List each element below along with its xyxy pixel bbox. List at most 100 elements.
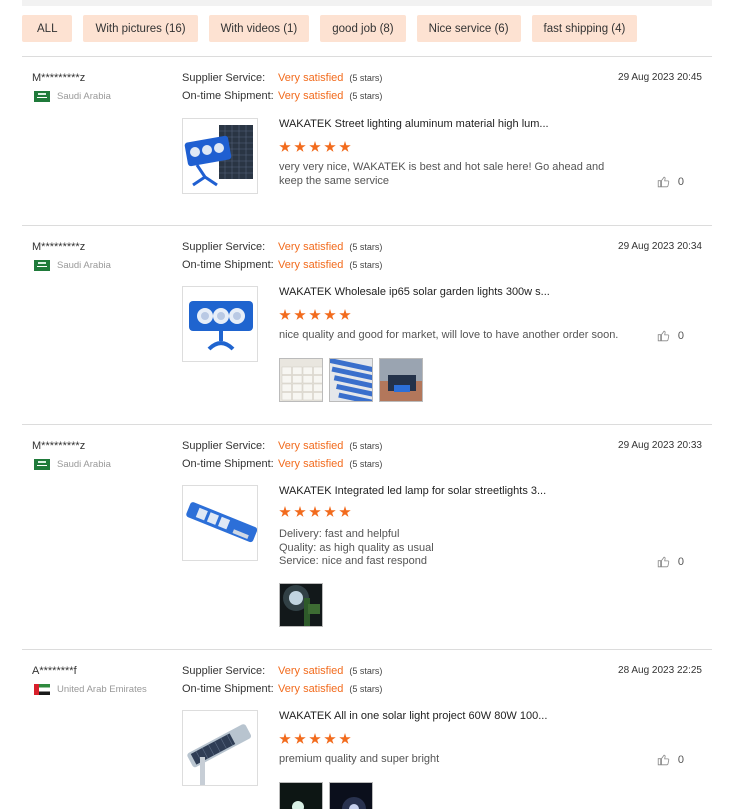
thumbs-up-icon (657, 753, 670, 766)
star-icon (279, 141, 291, 152)
review-photo[interactable] (279, 782, 323, 809)
star-icon (339, 506, 351, 517)
shipment-row: On-time Shipment: Very satisfied (5 stars) (182, 458, 382, 470)
star-icon (309, 141, 321, 152)
supplier-service-label: Supplier Service: (182, 665, 266, 677)
product-thumbnail[interactable] (182, 485, 258, 561)
filter-nice-service[interactable]: Nice service (6) (416, 15, 521, 42)
product-title-link[interactable]: WAKATEK Integrated led lamp for solar st… (279, 485, 546, 497)
shipment-row: On-time Shipment: Very satisfied (5 stars) (182, 90, 382, 102)
reviewer-name: M*********z (32, 241, 86, 253)
reviewer-name: M*********z (32, 440, 86, 452)
product-title-link[interactable]: WAKATEK All in one solar light project 6… (279, 710, 547, 722)
review-item: M*********z Saudi Arabia Supplier Servic… (22, 440, 712, 627)
star-icon (294, 506, 306, 517)
shipment-label: On-time Shipment: (182, 259, 274, 271)
filter-fast-shipping[interactable]: fast shipping (4) (531, 15, 638, 42)
product-title-link[interactable]: WAKATEK Wholesale ip65 solar garden ligh… (279, 286, 550, 298)
country-flag-icon (34, 260, 50, 271)
supplier-service-label: Supplier Service: (182, 72, 266, 84)
review-item: A********f United Arab Emirates Supplier… (22, 665, 712, 809)
top-strip (22, 0, 712, 6)
shipment-label: On-time Shipment: (182, 683, 274, 695)
shipment-stars: (5 stars) (349, 459, 383, 469)
shipment-value: Very satisfied (278, 259, 344, 271)
like-button[interactable]: 0 (657, 555, 684, 568)
star-icon (294, 309, 306, 320)
star-icon (339, 309, 351, 320)
shipment-stars: (5 stars) (349, 684, 383, 694)
filter-with-pictures[interactable]: With pictures (16) (83, 15, 198, 42)
star-icon (324, 141, 336, 152)
supplier-service-label: Supplier Service: (182, 440, 266, 452)
like-button[interactable]: 0 (657, 175, 684, 188)
shipment-value: Very satisfied (278, 458, 344, 470)
product-thumbnail[interactable] (182, 710, 258, 786)
like-count: 0 (677, 175, 684, 188)
shipment-value: Very satisfied (278, 683, 344, 695)
filter-all[interactable]: ALL (22, 15, 73, 42)
filter-with-videos[interactable]: With videos (1) (208, 15, 310, 42)
supplier-service-row: Supplier Service: Very satisfied (5 stars) (182, 72, 382, 84)
thumbs-up-icon (657, 555, 670, 568)
review-item: M*********z Saudi Arabia Supplier Servic… (22, 241, 712, 402)
shipment-value: Very satisfied (278, 90, 344, 102)
product-thumbnail[interactable] (182, 286, 258, 362)
review-divider (22, 424, 712, 425)
review-photo[interactable] (279, 583, 323, 627)
supplier-service-label: Supplier Service: (182, 241, 266, 253)
product-thumbnail[interactable] (182, 118, 258, 194)
reviewer-name: M*********z (32, 72, 86, 84)
review-date: 29 Aug 2023 20:33 (618, 440, 702, 451)
star-icon (309, 733, 321, 744)
review-photo[interactable] (329, 358, 373, 402)
supplier-service-stars: (5 stars) (349, 242, 383, 252)
star-icon (294, 733, 306, 744)
shipment-row: On-time Shipment: Very satisfied (5 stars) (182, 683, 382, 695)
rating-stars (279, 141, 351, 153)
shipment-label: On-time Shipment: (182, 458, 274, 470)
product-title-link[interactable]: WAKATEK Street lighting aluminum materia… (279, 118, 549, 130)
star-icon (309, 309, 321, 320)
country-name: United Arab Emirates (57, 684, 147, 695)
supplier-service-stars: (5 stars) (349, 666, 383, 676)
reviewer-country: Saudi Arabia (34, 459, 111, 470)
star-icon (279, 506, 291, 517)
country-flag-icon (34, 459, 50, 470)
star-icon (339, 141, 351, 152)
review-photos (279, 782, 373, 809)
shipment-row: On-time Shipment: Very satisfied (5 stars) (182, 259, 382, 271)
like-count: 0 (677, 555, 684, 568)
reviewer-country: Saudi Arabia (34, 260, 111, 271)
reviewer-country: Saudi Arabia (34, 91, 111, 102)
rating-stars (279, 733, 351, 745)
review-comment: nice quality and good for market, will l… (279, 329, 619, 341)
review-photo[interactable] (279, 358, 323, 402)
supplier-service-value: Very satisfied (278, 665, 344, 677)
review-photo[interactable] (379, 358, 423, 402)
country-flag-icon (34, 91, 50, 102)
country-name: Saudi Arabia (57, 91, 111, 102)
review-date: 29 Aug 2023 20:34 (618, 241, 702, 252)
review-photo[interactable] (329, 782, 373, 809)
supplier-service-row: Supplier Service: Very satisfied (5 stars) (182, 440, 382, 452)
supplier-service-row: Supplier Service: Very satisfied (5 stars) (182, 665, 382, 677)
reviewer-country: United Arab Emirates (34, 684, 147, 695)
supplier-service-value: Very satisfied (278, 72, 344, 84)
star-icon (324, 733, 336, 744)
review-date: 28 Aug 2023 22:25 (618, 665, 702, 676)
review-divider (22, 225, 712, 226)
review-divider (22, 649, 712, 650)
like-button[interactable]: 0 (657, 329, 684, 342)
shipment-stars: (5 stars) (349, 91, 383, 101)
like-button[interactable]: 0 (657, 753, 684, 766)
star-icon (279, 309, 291, 320)
review-photos (279, 358, 423, 402)
like-count: 0 (677, 753, 684, 766)
review-comment: very very nice, WAKATEK is best and hot … (279, 161, 605, 187)
filter-good-job[interactable]: good job (8) (320, 15, 406, 42)
star-icon (339, 733, 351, 744)
supplier-service-value: Very satisfied (278, 241, 344, 253)
rating-stars (279, 506, 351, 518)
star-icon (309, 506, 321, 517)
